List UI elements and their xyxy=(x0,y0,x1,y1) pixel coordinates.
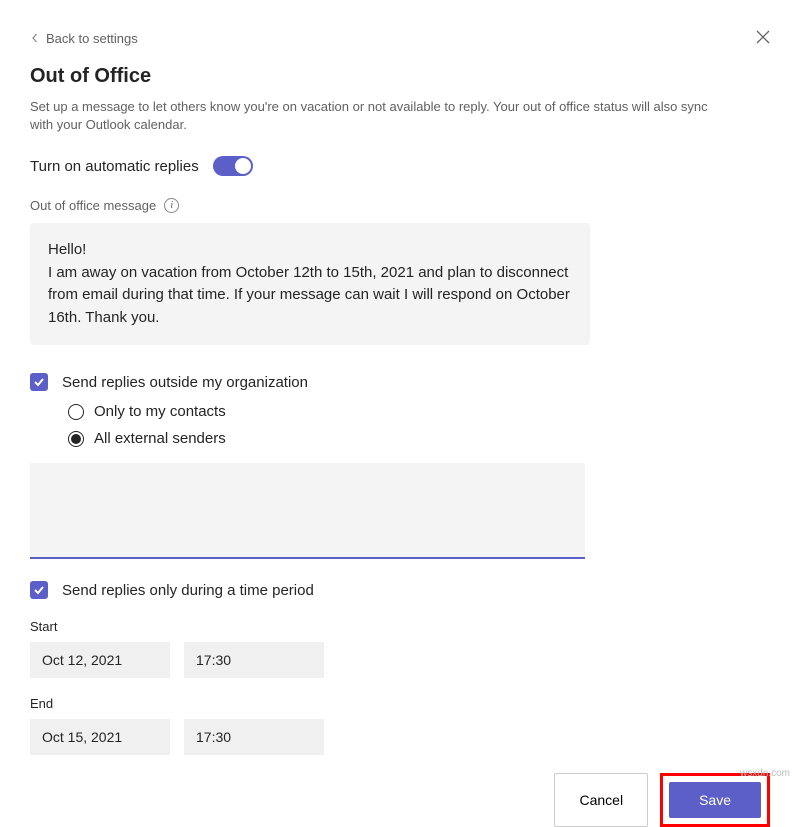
send-outside-checkbox[interactable] xyxy=(30,373,48,391)
page-description: Set up a message to let others know you'… xyxy=(30,98,710,134)
cancel-button[interactable]: Cancel xyxy=(554,773,648,827)
automatic-replies-toggle[interactable] xyxy=(213,156,253,176)
end-time-input[interactable]: 17:30 xyxy=(184,719,324,755)
attribution-text: wsxdn.com xyxy=(740,768,790,779)
external-message-input[interactable] xyxy=(30,463,585,559)
end-label: End xyxy=(30,696,770,711)
out-of-office-message-input[interactable]: Hello! I am away on vacation from Octobe… xyxy=(30,223,590,345)
info-icon[interactable]: i xyxy=(164,198,179,213)
toggle-label: Turn on automatic replies xyxy=(30,158,199,175)
start-date-input[interactable]: Oct 12, 2021 xyxy=(30,642,170,678)
radio-contacts-label: Only to my contacts xyxy=(94,403,226,420)
radio-icon xyxy=(68,404,84,420)
send-period-label: Send replies only during a time period xyxy=(62,582,314,599)
chevron-left-icon xyxy=(30,31,40,46)
close-icon[interactable] xyxy=(756,30,770,47)
save-button-highlight: Save xyxy=(660,773,770,827)
end-date-input[interactable]: Oct 15, 2021 xyxy=(30,719,170,755)
message-section-label: Out of office message xyxy=(30,198,156,213)
radio-icon xyxy=(68,431,84,447)
start-time-input[interactable]: 17:30 xyxy=(184,642,324,678)
send-period-checkbox[interactable] xyxy=(30,581,48,599)
radio-all-external[interactable]: All external senders xyxy=(68,430,770,447)
page-title: Out of Office xyxy=(30,65,770,88)
back-to-settings-link[interactable]: Back to settings xyxy=(30,31,138,46)
start-label: Start xyxy=(30,619,770,634)
save-button[interactable]: Save xyxy=(669,782,761,818)
send-outside-label: Send replies outside my organization xyxy=(62,374,308,391)
back-link-text: Back to settings xyxy=(46,31,138,46)
radio-external-label: All external senders xyxy=(94,430,226,447)
radio-only-contacts[interactable]: Only to my contacts xyxy=(68,403,770,420)
